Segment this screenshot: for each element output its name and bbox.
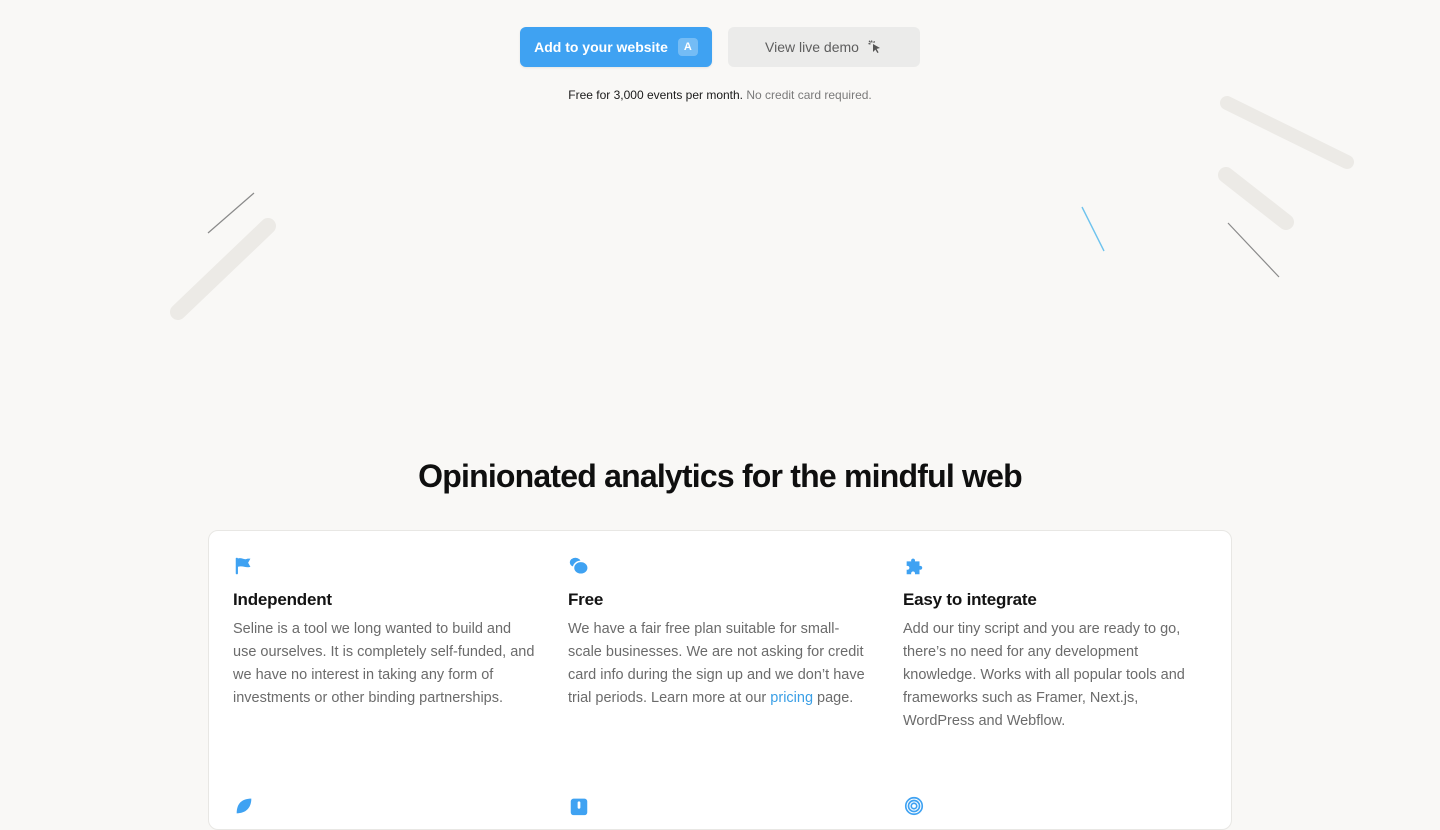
feature-title: Easy to integrate: [903, 590, 1037, 609]
section-title: Opinionated analytics for the mindful we…: [418, 458, 1023, 494]
feature-description: We have a fair free plan suitable for sm…: [568, 618, 873, 710]
feature-description-tail: page.: [817, 690, 854, 706]
feature-easy-to-integrate: Easy to integrate Add our tiny script an…: [903, 555, 1208, 733]
flag-icon: [235, 557, 251, 575]
add-to-website-button[interactable]: Add to your website A: [520, 27, 712, 67]
keyboard-shortcut-badge: A: [677, 38, 698, 56]
lock-icon: [570, 798, 588, 816]
pointer-click-icon: [868, 40, 880, 53]
pricing-note-muted: No credit card required.: [746, 88, 872, 102]
coins-icon: [569, 557, 589, 575]
feature-free: Free We have a fair free plan suitable f…: [568, 555, 873, 710]
feature-title: Independent: [233, 590, 332, 609]
feature-description: Add our tiny script and you are ready to…: [903, 621, 1185, 729]
fingerprint-icon: [904, 796, 924, 816]
leaf-icon: [236, 798, 252, 814]
feature-description: Seline is a tool we long wanted to build…: [233, 621, 535, 706]
view-live-demo-label: View live demo: [765, 39, 859, 55]
feature-title: Free: [568, 590, 604, 609]
feature-independent: Independent Seline is a tool we long wan…: [233, 555, 538, 710]
pricing-note: Free for 3,000 events per month. No cred…: [0, 88, 1440, 102]
cta-row: Add to your website A View live demo: [520, 27, 920, 67]
pricing-link[interactable]: pricing: [770, 690, 813, 706]
add-to-website-label: Add to your website: [534, 39, 668, 55]
pricing-note-strong: Free for 3,000 events per month.: [568, 88, 744, 102]
puzzle-icon: [906, 558, 923, 575]
view-live-demo-button[interactable]: View live demo: [728, 27, 920, 67]
features-card: Independent Seline is a tool we long wan…: [208, 530, 1232, 830]
